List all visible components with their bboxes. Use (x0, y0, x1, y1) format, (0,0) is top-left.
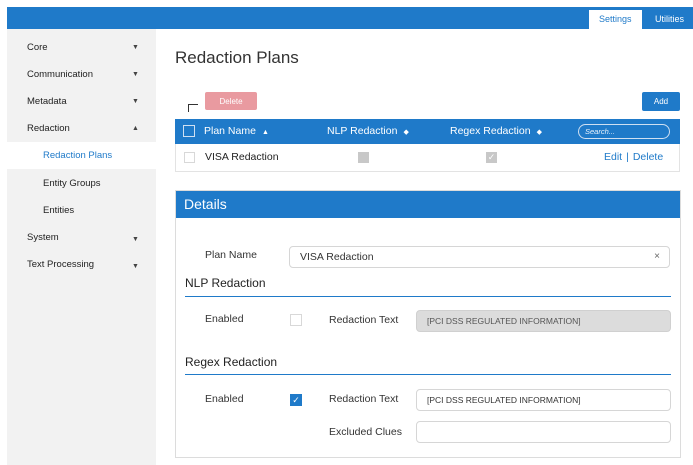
sidebar-item-label: Redaction (27, 123, 70, 134)
sidebar-subitem-entity-groups[interactable]: Entity Groups (7, 170, 156, 197)
plan-name-value: VISA Redaction (300, 251, 374, 263)
sidebar: Core ▼ Communication ▼ Metadata ▼ Redact… (7, 29, 156, 465)
table-row[interactable]: VISA Redaction ✓ Edit | Delete (175, 144, 680, 172)
plan-name-cell: VISA Redaction (205, 151, 279, 163)
page-title: Redaction Plans (175, 48, 299, 67)
delete-button[interactable]: Delete (205, 92, 257, 110)
sort-icon: ◆ (536, 129, 542, 136)
top-bar: Settings Utilities (7, 7, 693, 29)
plan-name-label: Plan Name (205, 249, 257, 261)
sidebar-item-label: Core (27, 42, 48, 53)
sidebar-subitem-label: Entities (43, 205, 75, 216)
details-title: Details (176, 191, 680, 218)
select-all-checkbox[interactable] (183, 125, 195, 137)
select-all-bracket-icon (188, 104, 198, 112)
chevron-down-icon: ▼ (132, 98, 139, 105)
tab-settings[interactable]: Settings (589, 10, 642, 29)
chevron-down-icon: ▼ (132, 71, 139, 78)
plan-name-input[interactable]: VISA Redaction × (289, 246, 670, 268)
edit-link[interactable]: Edit (604, 151, 622, 163)
regex-redaction-check-icon: ✓ (486, 152, 497, 163)
column-label: Plan Name (204, 125, 256, 137)
sidebar-item-core[interactable]: Core ▼ (7, 34, 156, 61)
regex-enabled-label: Enabled (205, 393, 244, 405)
chevron-down-icon: ▼ (132, 44, 139, 51)
add-button[interactable]: Add (642, 92, 680, 111)
sidebar-item-system[interactable]: System ▼ (7, 224, 156, 251)
column-label: NLP Redaction (327, 125, 398, 137)
delete-link[interactable]: Delete (633, 151, 663, 163)
action-separator: | (626, 151, 629, 163)
details-panel: Details Plan Name VISA Redaction × NLP R… (175, 190, 681, 458)
excluded-clues-input[interactable] (416, 421, 671, 443)
nlp-section-divider (185, 296, 671, 297)
search-input[interactable] (578, 124, 670, 139)
nlp-enabled-label: Enabled (205, 313, 244, 325)
sidebar-item-metadata[interactable]: Metadata ▼ (7, 88, 156, 115)
sidebar-item-communication[interactable]: Communication ▼ (7, 61, 156, 88)
regex-enabled-checkbox[interactable]: ✓ (290, 394, 302, 406)
sidebar-item-text-processing[interactable]: Text Processing ▼ (7, 251, 156, 278)
sort-icon: ◆ (403, 129, 409, 136)
excluded-clues-label: Excluded Clues (329, 426, 402, 438)
chevron-up-icon: ▲ (132, 125, 139, 132)
nlp-redaction-text-input[interactable]: [PCI DSS REGULATED INFORMATION] (416, 310, 671, 332)
row-actions: Edit | Delete (604, 144, 663, 171)
sidebar-subitem-redaction-plans[interactable]: Redaction Plans (7, 142, 156, 169)
sidebar-item-label: Communication (27, 69, 93, 80)
sidebar-item-redaction[interactable]: Redaction ▲ (7, 115, 156, 142)
sidebar-item-label: System (27, 232, 59, 243)
row-checkbox[interactable] (184, 152, 195, 163)
regex-section-title: Regex Redaction (185, 355, 278, 369)
sidebar-subitem-entities[interactable]: Entities (7, 197, 156, 224)
nlp-redaction-text-label: Redaction Text (329, 314, 399, 326)
tab-utilities[interactable]: Utilities (645, 10, 693, 29)
plans-table: Plan Name ▲ NLP Redaction ◆ Regex Redactio… (175, 119, 680, 172)
regex-section-divider (185, 374, 671, 375)
clear-icon[interactable]: × (654, 247, 660, 267)
nlp-redaction-indicator (358, 152, 369, 163)
column-label: Regex Redaction (450, 125, 531, 137)
sidebar-item-label: Text Processing (27, 259, 95, 270)
chevron-down-icon: ▼ (132, 263, 139, 270)
nlp-enabled-checkbox[interactable] (290, 314, 302, 326)
nlp-section-title: NLP Redaction (185, 276, 266, 290)
table-header: Plan Name ▲ NLP Redaction ◆ Regex Redactio… (175, 119, 680, 144)
sort-asc-icon: ▲ (261, 129, 269, 136)
chevron-down-icon: ▼ (132, 236, 139, 243)
column-regex-redaction[interactable]: Regex Redaction ◆ (450, 119, 542, 145)
column-nlp-redaction[interactable]: NLP Redaction ◆ (327, 119, 409, 145)
regex-redaction-text-label: Redaction Text (329, 393, 399, 405)
sidebar-subitem-label: Redaction Plans (43, 150, 113, 161)
column-plan-name[interactable]: Plan Name ▲ (204, 119, 269, 145)
sidebar-subitem-label: Entity Groups (43, 178, 101, 189)
regex-redaction-text-input[interactable]: [PCI DSS REGULATED INFORMATION] (416, 389, 671, 411)
sidebar-item-label: Metadata (27, 96, 67, 107)
